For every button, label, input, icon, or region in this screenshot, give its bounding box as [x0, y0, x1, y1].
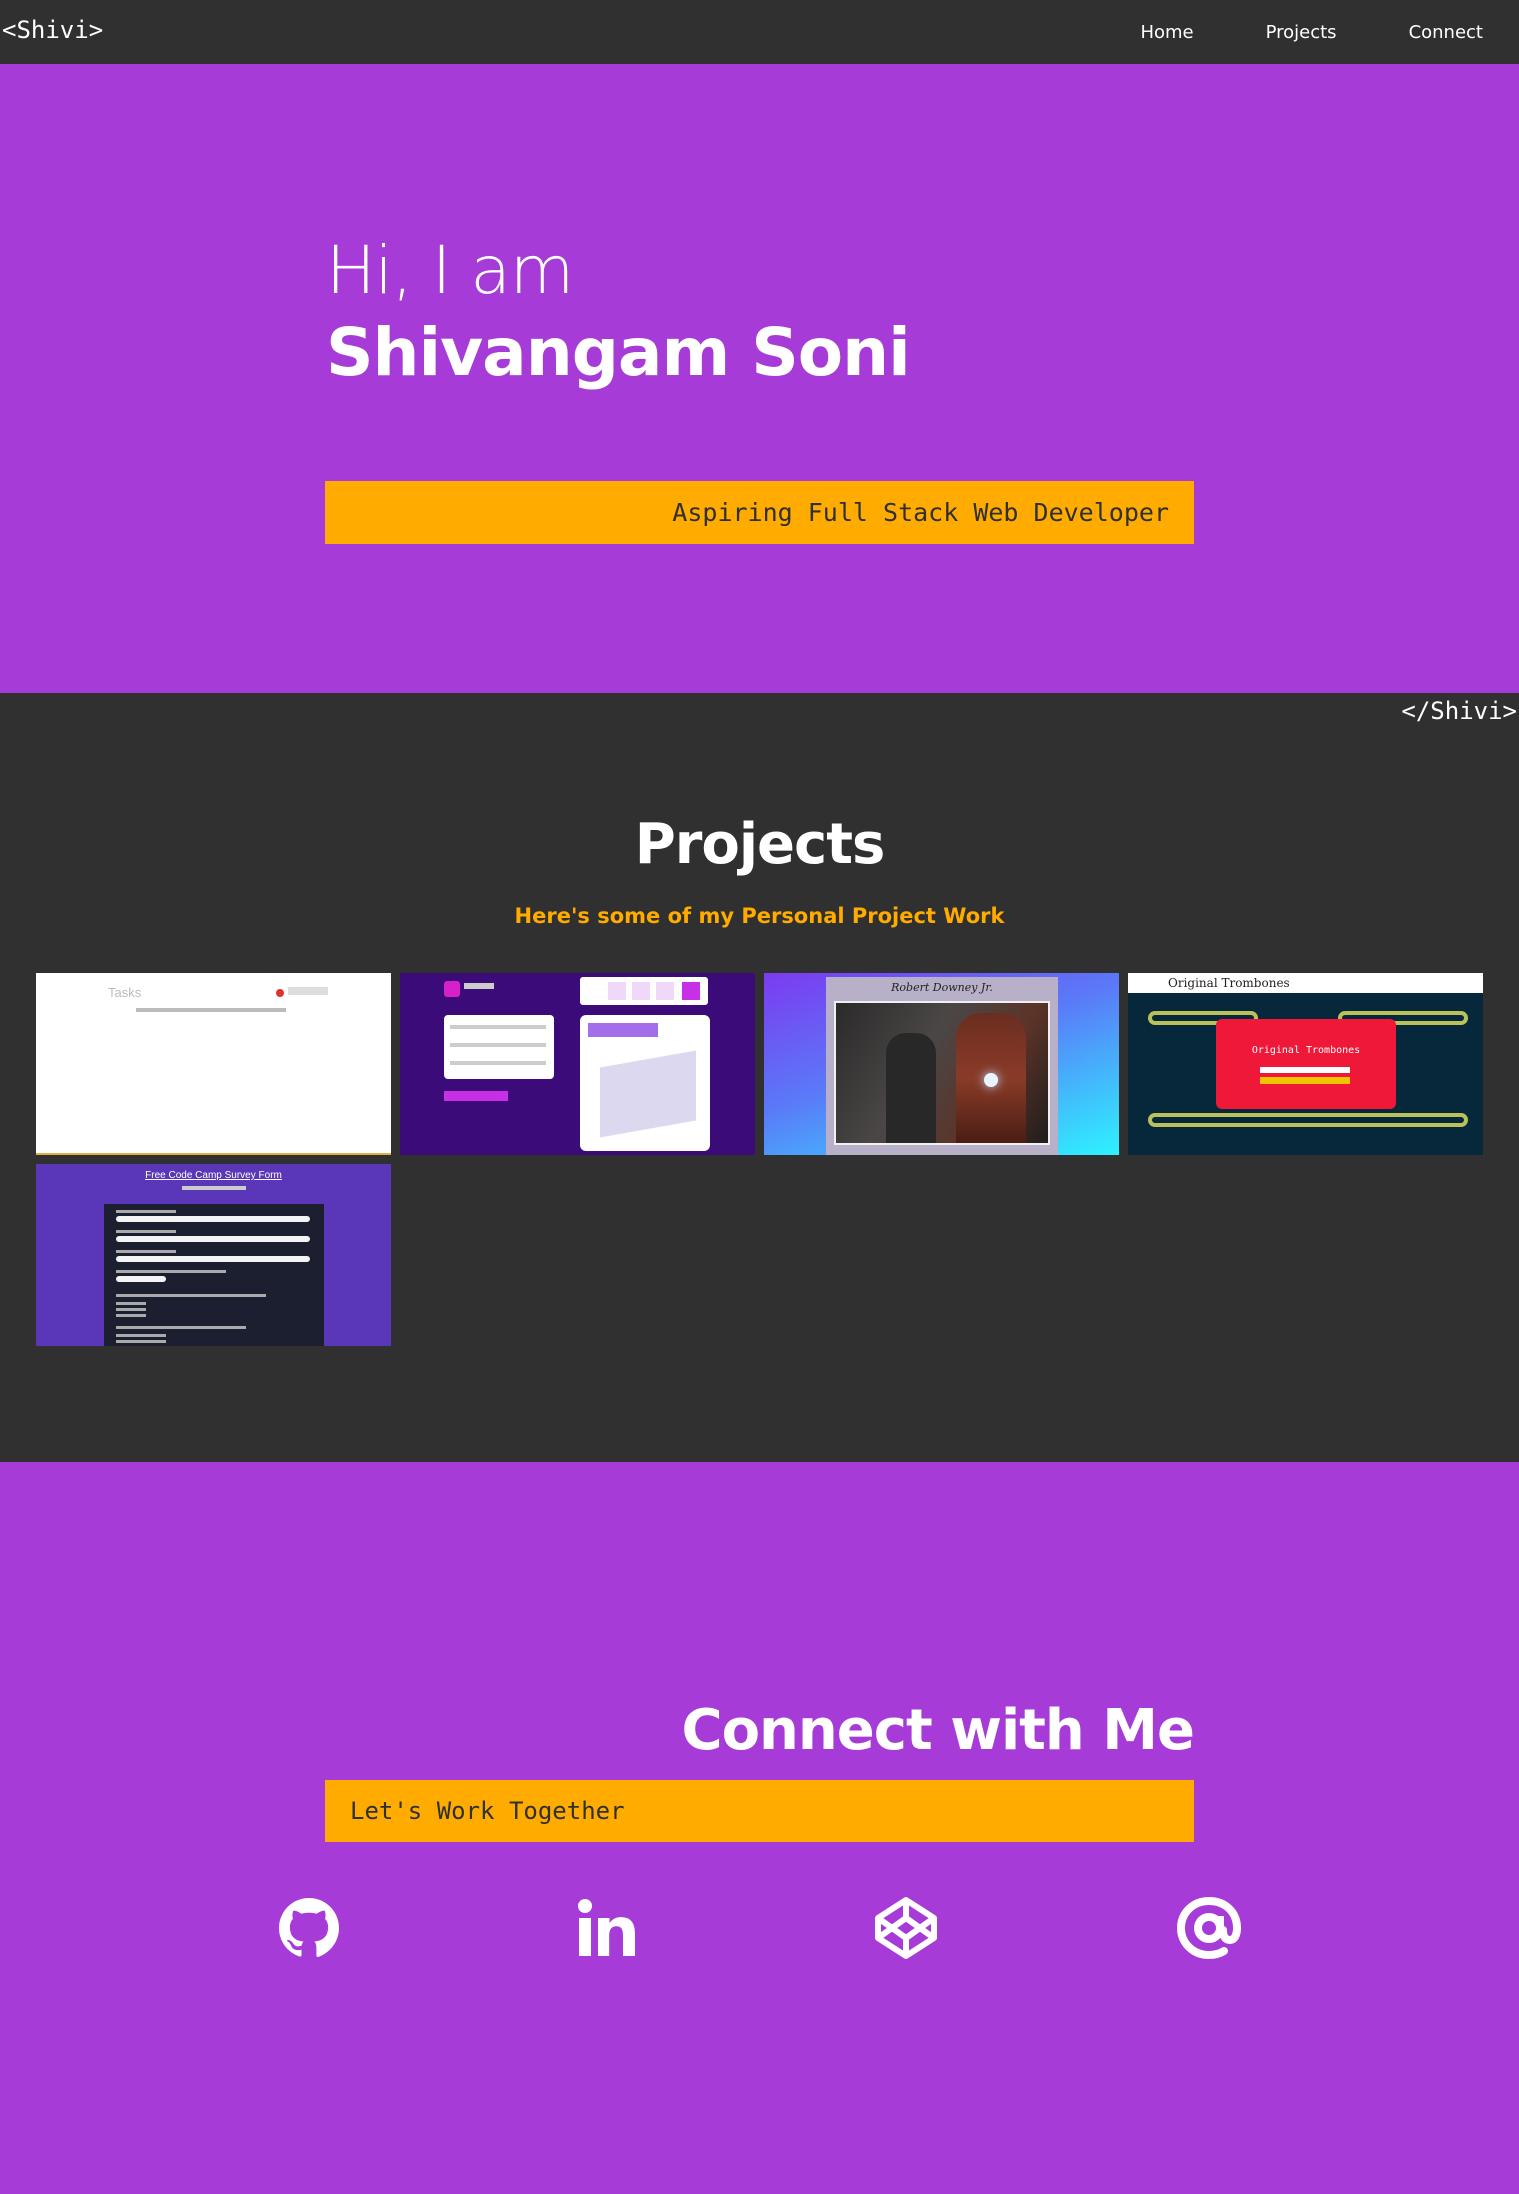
- form-field: [116, 1236, 310, 1242]
- clock-apply-button: [444, 1091, 508, 1101]
- hero-section: Hi, I am Shivangam Soni Aspiring Full St…: [0, 64, 1519, 693]
- tribute-name: Robert Downey Jr.: [891, 981, 993, 994]
- nav-link-projects[interactable]: Projects: [1266, 22, 1337, 43]
- project-tasks-line: [136, 1008, 286, 1012]
- trombones-title: Original Trombones: [1168, 976, 1290, 990]
- form-line: [450, 1043, 546, 1047]
- clock-logo-icon: [444, 981, 460, 997]
- timer-cell: [656, 982, 674, 1000]
- closing-tag: </Shivi>: [1401, 697, 1517, 725]
- codepen-icon: [875, 1897, 937, 1959]
- trombones-card-text: Original Trombones: [1251, 1045, 1361, 1056]
- clock-timer: [580, 977, 708, 1005]
- connect-banner: Let's Work Together: [325, 1780, 1194, 1842]
- project-thumb-trombones[interactable]: Original Trombones Original Trombones: [1128, 973, 1483, 1155]
- clock-form: [444, 1015, 554, 1079]
- form-label: [116, 1250, 176, 1253]
- projects-title: Projects: [634, 812, 886, 877]
- clock-card: [580, 1015, 710, 1151]
- linkedin-icon: [578, 1899, 635, 1956]
- project-thumb-survey[interactable]: Free Code Camp Survey Form: [36, 1164, 391, 1346]
- form-label: [116, 1314, 146, 1317]
- form-label: [116, 1210, 176, 1213]
- survey-form: [104, 1204, 324, 1346]
- trombones-card: Original Trombones: [1216, 1019, 1396, 1109]
- navbar: <Shivi> Home Projects Connect: [0, 0, 1519, 64]
- timer-cell: [632, 982, 650, 1000]
- clock-card-heading: [588, 1023, 658, 1037]
- survey-title: Free Code Camp Survey Form: [145, 1170, 282, 1181]
- project-tasks-title: Tasks: [108, 985, 142, 1000]
- clock-logo-text: [464, 983, 494, 989]
- trombone-pipe: [1148, 1113, 1468, 1127]
- project-tasks-button: [288, 987, 328, 995]
- project-thumb-tribute[interactable]: Robert Downey Jr.: [764, 973, 1119, 1155]
- connect-section: Connect with Me Let's Work Together: [0, 1462, 1519, 2194]
- form-label: [116, 1308, 146, 1311]
- form-label: [116, 1294, 266, 1297]
- clock-illustration: [600, 1050, 696, 1138]
- form-line: [450, 1061, 546, 1065]
- email-link[interactable]: [1176, 1896, 1242, 1960]
- form-label: [116, 1230, 176, 1233]
- connect-title: Connect with Me: [681, 1698, 1195, 1763]
- tribute-person: [886, 1033, 936, 1143]
- arc-reactor-glow: [984, 1073, 998, 1087]
- form-field: [116, 1276, 166, 1282]
- form-label: [116, 1270, 226, 1273]
- form-field: [116, 1256, 310, 1262]
- projects-subtitle: Here's some of my Personal Project Work: [514, 904, 1005, 928]
- trombones-header: Original Trombones: [1128, 973, 1483, 993]
- hero-name: Shivangam Soni: [326, 314, 911, 391]
- connect-subtitle: Let's Work Together: [350, 1797, 625, 1825]
- tribute-frame: Robert Downey Jr.: [826, 977, 1058, 1155]
- form-label: [116, 1334, 166, 1337]
- hero-greeting: Hi, I am: [326, 232, 574, 309]
- timer-cell: [608, 982, 626, 1000]
- trombones-email-input: [1260, 1067, 1350, 1073]
- project-thumb-tasks[interactable]: Tasks: [36, 973, 391, 1155]
- form-label: [116, 1302, 146, 1305]
- timer-cell: [682, 982, 700, 1000]
- form-label: [116, 1326, 246, 1329]
- brand-logo[interactable]: <Shivi>: [2, 16, 103, 44]
- form-label: [116, 1340, 166, 1343]
- nav-link-home[interactable]: Home: [1140, 22, 1193, 43]
- nav-link-connect[interactable]: Connect: [1409, 22, 1483, 43]
- codepen-link[interactable]: [874, 1896, 938, 1960]
- project-thumb-clock[interactable]: [400, 973, 755, 1155]
- form-field: [116, 1216, 310, 1222]
- hero-role-banner: Aspiring Full Stack Web Developer: [325, 481, 1194, 544]
- linkedin-link[interactable]: [575, 1896, 639, 1960]
- survey-subtitle: [182, 1186, 246, 1190]
- record-dot-icon: [276, 989, 284, 997]
- form-line: [450, 1025, 546, 1029]
- github-icon: [279, 1898, 339, 1957]
- github-link[interactable]: [277, 1896, 341, 1960]
- nav-links: Home Projects Connect: [1140, 0, 1519, 64]
- email-icon: [1176, 1896, 1242, 1960]
- hero-role-text: Aspiring Full Stack Web Developer: [672, 498, 1169, 527]
- trombones-submit-button: [1260, 1077, 1350, 1084]
- tribute-photo: [834, 1001, 1050, 1145]
